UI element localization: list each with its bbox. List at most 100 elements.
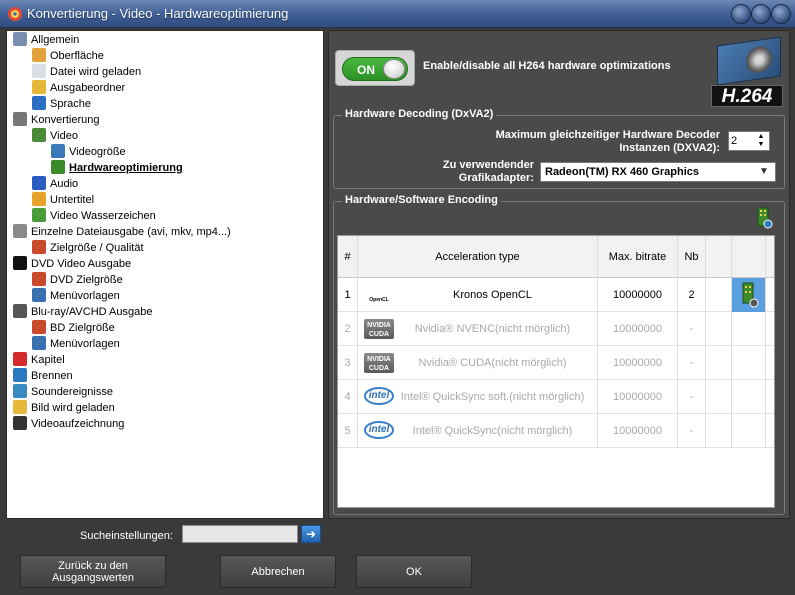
cell-nb: -	[678, 414, 706, 448]
decoding-group: Hardware Decoding (DxVA2) Maximum gleich…	[333, 108, 785, 189]
tree-item-0[interactable]: Allgemein	[13, 32, 79, 48]
table-row[interactable]: 5 intel Intel® QuickSync(nicht mörglich) 10…	[338, 414, 774, 448]
cell-num: 4	[338, 380, 358, 414]
tree-item-20[interactable]: Kapitel	[13, 352, 65, 368]
cancel-button[interactable]: Abbrechen	[220, 555, 336, 588]
tree-item-label: Allgemein	[31, 34, 80, 46]
cell-action	[732, 312, 766, 346]
tree-item-label: Menüvorlagen	[50, 338, 120, 350]
tree-item-19[interactable]: Menüvorlagen	[32, 336, 120, 352]
search-label: Sucheinstellungen:	[80, 530, 173, 542]
tree-item-15[interactable]: DVD Zielgröße	[32, 272, 123, 288]
title-bar: Konvertierung - Video - Hardwareoptimier…	[0, 0, 795, 28]
table-row[interactable]: 1 OpenCL Kronos OpenCL 10000000 2	[338, 278, 774, 312]
cell-nb: -	[678, 346, 706, 380]
settings-tree: Allgemein Oberfläche Datei wird geladen Aus…	[6, 30, 324, 519]
stepper-down-icon[interactable]: ▼	[755, 141, 767, 149]
tree-item-label: Videogröße	[69, 146, 126, 158]
tree-item-23[interactable]: Bild wird geladen	[13, 400, 115, 416]
acceleration-type-label: Intel® QuickSync soft.(nicht mörglich)	[400, 391, 585, 403]
tree-item-label: Menüvorlagen	[50, 290, 120, 302]
reset-defaults-button[interactable]: Zurück zu den Ausgangswerten	[20, 555, 166, 588]
tree-item-2[interactable]: Datei wird geladen	[32, 64, 141, 80]
tree-item-label: Konvertierung	[31, 114, 100, 126]
chevron-down-icon[interactable]: ▼	[757, 165, 771, 179]
menu-template-icon	[32, 336, 46, 350]
h264-toggle-switch[interactable]: ON	[335, 50, 415, 86]
tree-item-13[interactable]: Zielgröße / Qualität	[32, 240, 144, 256]
adapter-select[interactable]: Radeon(TM) RX 460 Graphics ▼	[540, 162, 776, 182]
search-input[interactable]	[182, 525, 298, 543]
cell-action	[732, 414, 766, 448]
tree-item-3[interactable]: Ausgabeordner	[32, 80, 125, 96]
acceleration-type-label: Nvidia® NVENC(nicht mörglich)	[414, 323, 571, 335]
tree-item-label: Sprache	[50, 98, 91, 110]
search-go-button[interactable]: ➜	[301, 525, 321, 543]
tree-item-16[interactable]: Menüvorlagen	[32, 288, 120, 304]
cell-num: 5	[338, 414, 358, 448]
target-icon	[32, 240, 46, 254]
video-icon	[32, 128, 46, 142]
toggle-description: Enable/disable all H264 hardware optimiz…	[423, 60, 671, 72]
tree-item-14[interactable]: DVD Video Ausgabe	[13, 256, 131, 272]
cell-type: intel Intel® QuickSync soft.(nicht mörgli…	[358, 380, 598, 414]
kronos-logo-icon: OpenCL	[364, 285, 394, 305]
decoding-group-title: Hardware Decoding (DxVA2)	[342, 108, 497, 120]
cell-type: NVIDIA CUDA Nvidia® NVENC(nicht mörglich)	[358, 312, 598, 346]
cell-extra	[706, 380, 732, 414]
decoder-instances-input[interactable]	[731, 134, 753, 148]
tree-item-4[interactable]: Sprache	[32, 96, 91, 112]
tree-item-22[interactable]: Soundereignisse	[13, 384, 113, 400]
palette-icon	[32, 48, 46, 62]
table-row[interactable]: 3 NVIDIA CUDA Nvidia® CUDA(nicht mörglich)…	[338, 346, 774, 380]
cell-type: NVIDIA CUDA Nvidia® CUDA(nicht mörglich)	[358, 346, 598, 380]
stepper-up-icon[interactable]: ▲	[755, 133, 767, 141]
tree-item-label: Datei wird geladen	[50, 66, 142, 78]
tree-item-11[interactable]: Video Wasserzeichen	[32, 208, 156, 224]
tree-item-5[interactable]: Konvertierung	[13, 112, 100, 128]
tree-item-label: Einzelne Dateiausgabe (avi, mkv, mp4...)	[31, 226, 231, 238]
ok-button[interactable]: OK	[356, 555, 472, 588]
tree-item-label: Videoaufzeichnung	[31, 418, 125, 430]
maximize-button[interactable]	[751, 4, 771, 24]
tree-item-21[interactable]: Brennen	[13, 368, 73, 384]
minimize-button[interactable]	[731, 4, 751, 24]
encoder-config-button[interactable]	[732, 278, 766, 312]
folder-icon	[32, 80, 46, 94]
encoder-settings-icon[interactable]	[755, 207, 773, 229]
acceleration-type-label: Intel® QuickSync(nicht mörglich)	[412, 425, 573, 437]
table-row[interactable]: 2 NVIDIA CUDA Nvidia® NVENC(nicht mörglich…	[338, 312, 774, 346]
gear-icon	[13, 112, 27, 126]
tree-item-10[interactable]: Untertitel	[32, 192, 94, 208]
column-header-type: Acceleration type	[358, 236, 598, 278]
toggle-knob[interactable]	[383, 59, 405, 79]
cell-extra	[706, 278, 732, 312]
tree-item-17[interactable]: Blu-ray/AVCHD Ausgabe	[13, 304, 152, 320]
sound-icon	[13, 384, 27, 398]
close-button[interactable]	[771, 4, 791, 24]
tree-item-1[interactable]: Oberfläche	[32, 48, 104, 64]
target-icon	[32, 272, 46, 286]
tree-item-label: Blu-ray/AVCHD Ausgabe	[31, 306, 153, 318]
burn-disc-icon	[13, 368, 27, 382]
graphics-card-icon	[717, 36, 781, 86]
tree-item-9[interactable]: Audio	[32, 176, 78, 192]
cell-bitrate: 10000000	[598, 346, 678, 380]
tree-item-label: DVD Zielgröße	[50, 274, 123, 286]
decoder-instances-label: Maximum gleichzeitiger Hardware Decoder …	[495, 129, 720, 154]
h264-logo: H.264	[711, 36, 785, 109]
tree-item-8[interactable]: Hardwareoptimierung	[51, 160, 183, 176]
cell-extra	[706, 346, 732, 380]
decoder-instances-stepper[interactable]: ▲ ▼	[728, 131, 770, 151]
tree-item-24[interactable]: Videoaufzeichnung	[13, 416, 124, 432]
tree-item-6[interactable]: Video	[32, 128, 78, 144]
tree-item-label: Brennen	[31, 370, 73, 382]
globe-icon	[32, 96, 46, 110]
table-row[interactable]: 4 intel Intel® QuickSync soft.(nicht mörgl…	[338, 380, 774, 414]
tree-item-18[interactable]: BD Zielgröße	[32, 320, 115, 336]
flag-icon	[13, 352, 27, 366]
cell-num: 2	[338, 312, 358, 346]
tree-item-7[interactable]: Videogröße	[51, 144, 126, 160]
tree-item-12[interactable]: Einzelne Dateiausgabe (avi, mkv, mp4...)	[13, 224, 231, 240]
wrench-icon	[13, 32, 27, 46]
